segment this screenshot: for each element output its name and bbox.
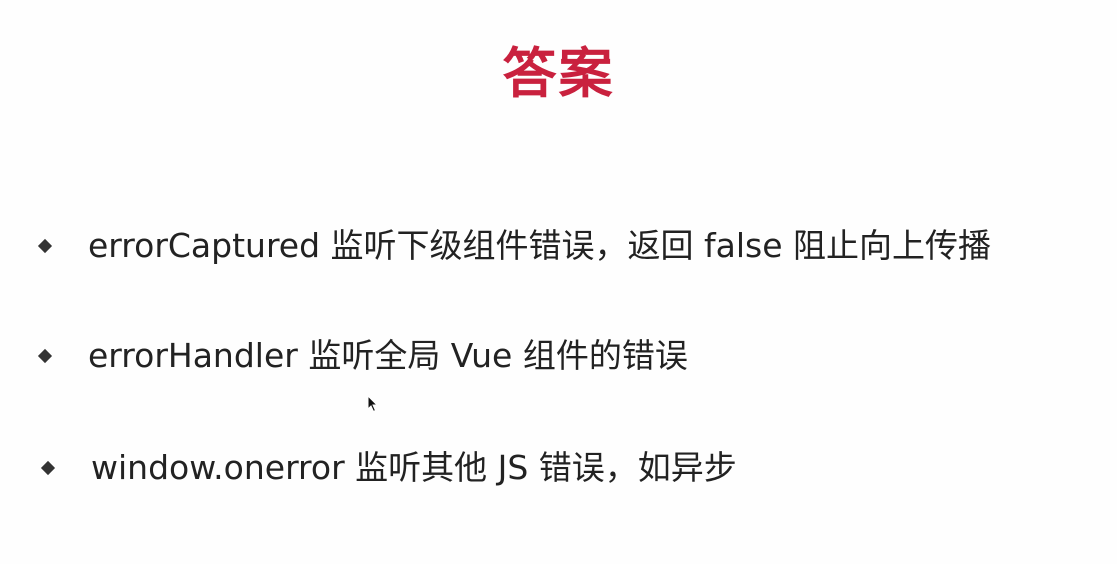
bullet-item-window-onerror: window.onerror 监听其他 JS 错误，如异步 <box>40 446 737 490</box>
bullet-text: window.onerror 监听其他 JS 错误，如异步 <box>91 448 737 487</box>
diamond-bullet-icon <box>37 238 53 254</box>
slide-title: 答案 <box>502 42 615 105</box>
diamond-bullet-icon <box>40 460 56 476</box>
bullet-text: errorHandler 监听全局 Vue 组件的错误 <box>88 336 688 375</box>
bullet-text: errorCaptured 监听下级组件错误，返回 false 阻止向上传播 <box>88 226 992 265</box>
bullet-item-error-handler: errorHandler 监听全局 Vue 组件的错误 <box>37 334 688 378</box>
bullet-item-error-captured: errorCaptured 监听下级组件错误，返回 false 阻止向上传播 <box>37 224 992 268</box>
mouse-pointer-icon <box>367 395 379 413</box>
slide: 答案 errorCaptured 监听下级组件错误，返回 false 阻止向上传… <box>0 0 1117 564</box>
diamond-bullet-icon <box>37 348 53 364</box>
